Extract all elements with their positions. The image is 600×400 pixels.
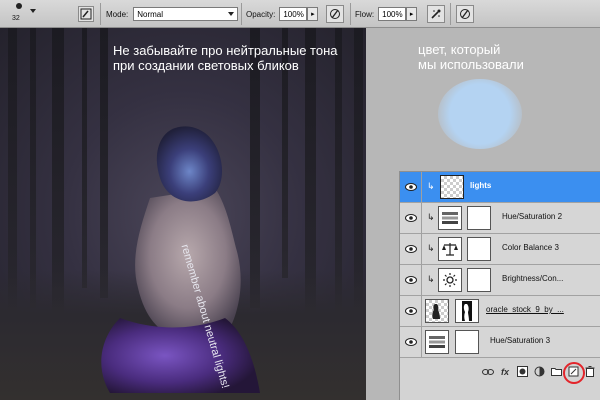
divider [241, 3, 242, 25]
visibility-eye-icon[interactable] [404, 304, 418, 318]
clip-arrow-icon: ↳ [427, 181, 435, 191]
divider [350, 3, 351, 25]
visibility-eye-icon[interactable] [404, 335, 418, 349]
layer-row-hue-saturation-2[interactable]: ↳ Hue/Saturation 2 [400, 203, 600, 234]
visibility-eye-icon[interactable] [404, 273, 418, 287]
brush-size-value: 32 [12, 15, 20, 22]
caption-line: Не забывайте про нейтральные тона [113, 43, 338, 58]
opacity-input[interactable]: 100% [279, 7, 308, 21]
caption-text: Не забывайте про нейтральные тона при со… [113, 43, 337, 73]
chevron-down-icon [228, 12, 235, 16]
layer-mask-thumbnail [467, 268, 491, 292]
add-mask-icon[interactable] [516, 366, 528, 378]
clip-arrow-icon: ↳ [427, 274, 435, 284]
highlight-circle-icon [563, 361, 585, 384]
layer-name: Color Balance 3 [502, 243, 559, 252]
layer-name: lights [470, 181, 492, 190]
layer-mask-thumbnail [455, 330, 479, 354]
visibility-eye-icon[interactable] [404, 211, 418, 225]
trash-icon[interactable] [584, 366, 596, 378]
sun-icon [438, 268, 462, 292]
layer-name: Hue/Saturation 3 [490, 336, 551, 345]
opacity-group: Opacity: 100% ▸ [246, 0, 319, 28]
opacity-pressure-button[interactable] [326, 0, 344, 28]
divider [421, 234, 422, 264]
airbrush-button[interactable] [427, 0, 445, 28]
mode-value: Normal [137, 9, 164, 19]
toggle-brush-panel-button[interactable] [78, 0, 94, 28]
color-note: цвет, который мы использовали [418, 42, 524, 72]
link-layers-icon[interactable] [482, 366, 494, 378]
document-canvas[interactable]: Не забывайте про нейтральные тона при со… [0, 28, 366, 400]
layer-row-oracle-stock[interactable]: oracle_stock_9_by_... [400, 296, 600, 327]
opacity-label: Opacity: [246, 9, 276, 19]
color-note-line: мы использовали [418, 57, 524, 72]
mode-label: Mode: [106, 9, 129, 19]
layer-row-brightness-contrast[interactable]: ↳ Brightness/Con... [400, 265, 600, 296]
divider [421, 203, 422, 233]
divider [421, 296, 422, 326]
new-group-folder-icon[interactable] [550, 366, 562, 378]
layer-row-hue-saturation-3[interactable]: Hue/Saturation 3 [400, 327, 600, 358]
layer-mask-thumbnail [467, 206, 491, 230]
brush-panel-icon [78, 6, 94, 22]
divider [100, 3, 101, 25]
flow-label: Flow: [355, 9, 375, 19]
opacity-value: 100% [283, 9, 304, 19]
layer-row-color-balance-3[interactable]: ↳ Color Balance 3 [400, 234, 600, 265]
layer-name: Hue/Saturation 2 [502, 212, 563, 221]
layer-name: Brightness/Con... [502, 274, 564, 283]
visibility-eye-icon[interactable] [404, 242, 418, 256]
balance-scale-icon [438, 237, 462, 261]
layers-footer: fx [400, 361, 600, 384]
divider [450, 3, 451, 25]
hue-saturation-icon [438, 206, 462, 230]
clip-arrow-icon: ↳ [427, 243, 435, 253]
divider [421, 172, 422, 202]
flow-slider-button[interactable]: ▸ [406, 7, 418, 21]
layer-style-fx-icon[interactable]: fx [499, 366, 511, 378]
layer-mask-thumbnail [455, 299, 479, 323]
pen-pressure-icon [456, 5, 474, 23]
brush-preset-picker[interactable]: 32 [6, 0, 36, 28]
color-note-line: цвет, который [418, 42, 501, 57]
mode-select[interactable]: Normal [133, 7, 239, 21]
caption-line: при создании световых бликов [113, 58, 299, 73]
woman-figure [101, 126, 260, 393]
airbrush-icon [427, 5, 445, 23]
layer-mask-thumbnail [467, 237, 491, 261]
flow-group: Flow: 100% ▸ [355, 0, 418, 28]
layer-thumbnail [440, 175, 464, 199]
new-layer-icon[interactable] [563, 361, 585, 384]
layers-panel: ↳ lights ↳ Hue/Saturation 2 ↳ Color Bala… [399, 171, 600, 400]
layer-row-lights[interactable]: ↳ lights [400, 172, 600, 203]
hue-saturation-icon [425, 330, 449, 354]
adjustment-layer-icon[interactable] [533, 366, 545, 378]
brush-dot-icon [16, 3, 22, 9]
pen-pressure-icon [326, 5, 344, 23]
flow-value: 100% [382, 9, 403, 19]
clip-arrow-icon: ↳ [427, 212, 435, 222]
layer-name: oracle_stock_9_by_... [486, 305, 564, 314]
layer-thumbnail [425, 299, 449, 323]
mode-group: Mode: Normal [106, 0, 239, 28]
color-swatch [438, 79, 522, 149]
chevron-down-icon [30, 9, 36, 13]
flow-pressure-button[interactable] [456, 0, 474, 28]
visibility-eye-icon[interactable] [404, 180, 418, 194]
divider [421, 327, 422, 357]
options-bar: 32 Mode: Normal Opacity: 100% ▸ Flow: 10… [0, 0, 600, 28]
flow-input[interactable]: 100% [378, 7, 407, 21]
chevron-right-icon: ▸ [409, 11, 414, 18]
divider [421, 265, 422, 295]
opacity-slider-button[interactable]: ▸ [307, 7, 319, 21]
chevron-right-icon: ▸ [311, 11, 315, 18]
